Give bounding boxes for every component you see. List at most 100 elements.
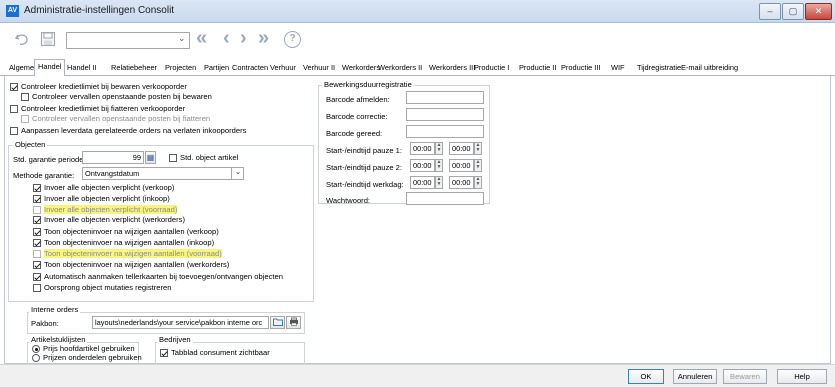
checkbox[interactable] xyxy=(10,105,18,113)
barcode-afmelden-label: Barcode afmelden: xyxy=(326,95,390,104)
credit-check-order-row[interactable]: Controleer kredietlimiet bij bewaren ver… xyxy=(10,82,187,92)
checkbox[interactable] xyxy=(33,184,41,192)
objecten-option-row[interactable]: Toon objecteninvoer na wijzigen aantalle… xyxy=(33,227,219,237)
checkbox[interactable] xyxy=(160,349,168,357)
tab-werkorders-ii[interactable]: Werkorders II xyxy=(375,61,425,76)
checkbox-label: Toon objecteninvoer na wijzigen aantalle… xyxy=(44,260,230,269)
print-icon[interactable] xyxy=(286,316,301,329)
barcode-afmelden-input[interactable] xyxy=(406,91,484,104)
barcode-correctie-label: Barcode correctie: xyxy=(326,112,388,121)
nav-first-button[interactable]: « xyxy=(196,27,207,50)
maximize-button[interactable]: ▢ xyxy=(782,3,804,20)
objecten-option-row[interactable]: Invoer alle objecten verplicht (verkoop) xyxy=(33,183,174,193)
objecten-option-row[interactable]: Invoer alle objecten verplicht (inkoop) xyxy=(33,194,170,204)
spin-arrows-icon[interactable]: ▲ ▼ xyxy=(474,142,482,155)
checkbox xyxy=(33,206,41,214)
toolbar-combo[interactable] xyxy=(66,32,190,49)
checkbox-label: Invoer alle objecten verplicht (inkoop) xyxy=(44,194,170,203)
checkbox[interactable] xyxy=(21,93,29,101)
wachtwoord-label: Wachtwoord: xyxy=(326,196,371,205)
checkbox-label: Automatisch aanmaken tellerkaarten bij t… xyxy=(44,272,283,281)
checkbox-label: Controleer kredietlimiet bij fiatteren v… xyxy=(21,104,186,113)
tab-wif[interactable]: WIF xyxy=(608,61,628,76)
objecten-option-row[interactable]: Automatisch aanmaken tellerkaarten bij t… xyxy=(33,272,283,282)
checkbox[interactable] xyxy=(33,273,41,281)
spin-arrows-icon[interactable]: ▲ ▼ xyxy=(435,176,443,189)
wachtwoord-input[interactable] xyxy=(406,192,484,205)
objecten-option-row[interactable]: Invoer alle objecten verplicht (werkorde… xyxy=(33,215,185,225)
credit-check-openposts-row[interactable]: Controleer vervallen openstaande posten … xyxy=(21,92,212,102)
time-input[interactable]: 00:00 xyxy=(449,142,474,155)
credit-fiat-row[interactable]: Controleer kredietlimiet bij fiatteren v… xyxy=(10,104,185,114)
nav-last-button[interactable]: » xyxy=(258,27,269,50)
tab-handel[interactable]: Handel xyxy=(34,59,66,77)
pauze1-label: Start-/eindtijd pauze 1: xyxy=(326,146,402,155)
tab-projecten[interactable]: Projecten xyxy=(162,61,199,76)
checkbox[interactable] xyxy=(33,195,41,203)
radio-label: Prijs hoofdartikel gebruiken xyxy=(43,344,135,353)
spin-arrows-icon[interactable]: ▲ ▼ xyxy=(435,159,443,172)
save-icon[interactable] xyxy=(40,31,56,49)
prijzen-onderdelen-option[interactable]: Prijzen onderdelen gebruiken xyxy=(32,353,142,363)
tab-partijen[interactable]: Partijen xyxy=(201,61,232,76)
checkbox-label: Aanpassen leverdata gerelateerde orders … xyxy=(21,126,247,135)
checkbox[interactable] xyxy=(10,127,18,135)
checkbox[interactable] xyxy=(33,216,41,224)
checkbox[interactable] xyxy=(33,284,41,292)
checkbox[interactable] xyxy=(169,154,177,162)
checkbox[interactable] xyxy=(33,228,41,236)
garantie-input[interactable]: 99 xyxy=(82,151,144,164)
checkbox[interactable] xyxy=(33,261,41,269)
spin-arrows-icon[interactable]: ▲ ▼ xyxy=(435,142,443,155)
undo-icon[interactable] xyxy=(14,31,30,52)
nav-next-button[interactable]: › xyxy=(240,27,247,50)
help-button[interactable]: Help xyxy=(777,369,827,384)
checkbox-label: Toon objecteninvoer na wijzigen aantalle… xyxy=(44,238,215,247)
tab-productie-i[interactable]: Productie I xyxy=(471,61,512,76)
help-icon[interactable]: ? xyxy=(284,31,301,48)
folder-open-icon[interactable] xyxy=(270,316,285,329)
combo-arrow-icon[interactable]: ⌄ xyxy=(178,33,186,44)
checkbox[interactable] xyxy=(10,83,18,91)
time-input[interactable]: 00:00 xyxy=(410,176,435,189)
objecten-option-row[interactable]: Toon objecteninvoer na wijzigen aantalle… xyxy=(33,238,214,248)
checkbox-label: Tabblad consument zichtbaar xyxy=(171,348,270,357)
barcode-correctie-input[interactable] xyxy=(406,108,484,121)
radio[interactable] xyxy=(32,345,40,353)
nav-prev-button[interactable]: ‹ xyxy=(223,27,230,50)
ok-button[interactable]: OK xyxy=(628,369,664,384)
tab-verhuur-ii[interactable]: Verhuur II xyxy=(300,61,338,76)
leverdata-row[interactable]: Aanpassen leverdata gerelateerde orders … xyxy=(10,126,246,136)
tabblad-consument-row[interactable]: Tabblad consument zichtbaar xyxy=(160,348,270,358)
spin-arrows-icon[interactable]: ▲ ▼ xyxy=(474,159,482,172)
tab-handel-ii[interactable]: Handel II xyxy=(64,61,100,76)
tab-tijdregistratie[interactable]: Tijdregistratie xyxy=(634,61,684,76)
tab-productie-iii[interactable]: Productie III xyxy=(558,61,603,76)
objecten-option-row[interactable]: Oorsprong object mutaties registreren xyxy=(33,283,171,293)
tab-contracten[interactable]: Contracten xyxy=(229,61,271,76)
checkbox[interactable] xyxy=(33,239,41,247)
tab-relatiebeheer[interactable]: Relatiebeheer xyxy=(108,61,160,76)
radio[interactable] xyxy=(32,354,40,362)
barcode-gereed-input[interactable] xyxy=(406,125,484,138)
std-object-row[interactable]: Std. object artikel xyxy=(169,153,238,163)
chevron-down-icon[interactable]: ⌄ xyxy=(231,167,244,180)
objecten-option-row[interactable]: Toon objecteninvoer na wijzigen aantalle… xyxy=(33,260,229,270)
tab-verhuur[interactable]: Verhuur xyxy=(267,61,299,76)
tab-e-mail-uitbreiding[interactable]: E-mail uitbreiding xyxy=(678,61,741,76)
time-input[interactable]: 00:00 xyxy=(449,159,474,172)
objecten-legend: Objecten xyxy=(13,140,48,149)
tab-productie-ii[interactable]: Productie II xyxy=(516,61,559,76)
methode-select[interactable]: Ontvangstdatum xyxy=(82,167,244,180)
artikelstuklijsten-legend: Artikelstuklijsten xyxy=(29,335,88,344)
minimize-button[interactable]: – xyxy=(759,3,781,20)
annuleren-button[interactable]: Annuleren xyxy=(673,369,717,384)
checkbox xyxy=(33,250,41,258)
time-input[interactable]: 00:00 xyxy=(410,142,435,155)
time-input[interactable]: 00:00 xyxy=(410,159,435,172)
time-input[interactable]: 00:00 xyxy=(449,176,474,189)
pakbon-input[interactable]: layouts\nederlands\your service\pakbon i… xyxy=(92,316,269,329)
calendar-icon[interactable]: ▦ xyxy=(145,151,156,164)
close-button[interactable]: ✕ xyxy=(805,3,832,20)
spin-arrows-icon[interactable]: ▲ ▼ xyxy=(474,176,482,189)
